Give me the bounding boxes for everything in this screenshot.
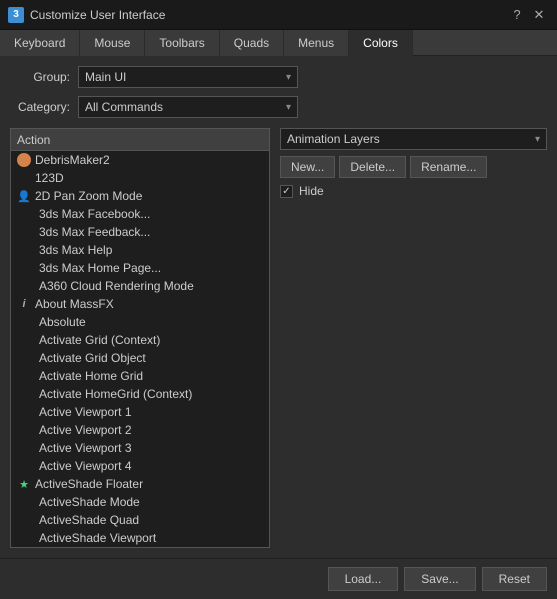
list-item[interactable]: Active Viewport 3 (11, 439, 269, 457)
list-item[interactable]: Active Viewport 2 (11, 421, 269, 439)
list-item-text: DebrisMaker2 (35, 153, 110, 167)
list-item-text: 123D (35, 171, 64, 185)
tab-keyboard[interactable]: Keyboard (0, 30, 80, 56)
help-button[interactable]: ? (507, 5, 527, 25)
list-item[interactable]: 3ds Max Help (11, 241, 269, 259)
list-item-text: Active Viewport 3 (35, 441, 132, 455)
list-item-text: 2D Pan Zoom Mode (35, 189, 142, 203)
list-item-text: ActiveShade Mode (35, 495, 140, 509)
list-item-text: 3ds Max Home Page... (35, 261, 161, 275)
list-item[interactable]: 123D (11, 169, 269, 187)
hide-checkbox[interactable] (280, 185, 293, 198)
rename-button[interactable]: Rename... (410, 156, 487, 178)
list-item[interactable]: Activate HomeGrid (Context) (11, 385, 269, 403)
person-icon: 👤 (17, 189, 31, 203)
tab-mouse[interactable]: Mouse (80, 30, 145, 56)
tab-bar: KeyboardMouseToolbarsQuadsMenusColors (0, 30, 557, 56)
list-item[interactable]: 3ds Max Facebook... (11, 205, 269, 223)
list-item-text: 3ds Max Feedback... (35, 225, 150, 239)
list-item-text: ActiveShade Quad (35, 513, 139, 527)
list-item-text: Active Viewport 1 (35, 405, 132, 419)
commands-list[interactable]: DebrisMaker2 123D 👤 2D Pan Zoom Mode 3ds Max… (10, 150, 270, 548)
list-item-text: Absolute (35, 315, 86, 329)
category-label: Category: (10, 100, 70, 114)
list-item-text: ActiveShade Viewport (35, 531, 156, 545)
load-button[interactable]: Load... (328, 567, 399, 591)
category-dropdown[interactable]: All Commands ▾ (78, 96, 298, 118)
save-button[interactable]: Save... (404, 567, 475, 591)
window-title: Customize User Interface (30, 8, 501, 22)
list-item-text: Activate HomeGrid (Context) (35, 387, 192, 401)
chevron-down-icon: ▾ (535, 134, 540, 145)
group-label: Group: (10, 70, 70, 84)
group-dropdown[interactable]: Main UI ▾ (78, 66, 298, 88)
app-icon: 3 (8, 7, 24, 23)
list-item[interactable]: ★ ActiveShade Floater (11, 475, 269, 493)
list-item[interactable]: ActiveShade Mode (11, 493, 269, 511)
list-item[interactable]: Activate Home Grid (11, 367, 269, 385)
hide-label: Hide (299, 184, 324, 198)
left-panel: Action DebrisMaker2 123D 👤 2D Pan Zoom Mode… (10, 128, 270, 548)
animation-layers-dropdown[interactable]: Animation Layers ▾ (280, 128, 547, 150)
list-item-text: Active Viewport 4 (35, 459, 132, 473)
chevron-down-icon: ▾ (286, 102, 291, 113)
list-item[interactable]: Activate Grid (Context) (11, 331, 269, 349)
list-item[interactable]: 3ds Max Home Page... (11, 259, 269, 277)
list-item[interactable]: ActiveShade Viewport (11, 529, 269, 547)
list-item[interactable]: i About MassFX (11, 295, 269, 313)
list-item-text: 3ds Max Help (35, 243, 112, 257)
list-item[interactable]: Activate Grid Object (11, 349, 269, 367)
list-item-text: About MassFX (35, 297, 114, 311)
list-item-text: Active Viewport 2 (35, 423, 132, 437)
tab-menus[interactable]: Menus (284, 30, 349, 56)
list-item[interactable]: ActiveShade Quad (11, 511, 269, 529)
delete-button[interactable]: Delete... (339, 156, 406, 178)
list-item[interactable]: Active Viewport 1 (11, 403, 269, 421)
chevron-down-icon: ▾ (286, 72, 291, 83)
right-panel: Animation Layers ▾ New... Delete... Rena… (280, 128, 547, 548)
reset-button[interactable]: Reset (482, 567, 547, 591)
list-item[interactable]: Active Viewport 4 (11, 457, 269, 475)
list-item-text: Activate Grid (Context) (35, 333, 160, 347)
list-item[interactable]: A360 Cloud Rendering Mode (11, 277, 269, 295)
close-button[interactable]: ✕ (529, 5, 549, 25)
activeshade-icon: ★ (17, 477, 31, 491)
list-item-text: A360 Cloud Rendering Mode (35, 279, 194, 293)
list-item-text: ActiveShade Floater (35, 477, 143, 491)
tab-toolbars[interactable]: Toolbars (145, 30, 219, 56)
list-item[interactable]: Absolute (11, 313, 269, 331)
list-item-text: Activate Grid Object (35, 351, 146, 365)
list-item[interactable]: 👤 2D Pan Zoom Mode (11, 187, 269, 205)
tab-quads[interactable]: Quads (220, 30, 284, 56)
title-bar: 3 Customize User Interface ? ✕ (0, 0, 557, 30)
list-item-text: Activate Home Grid (35, 369, 143, 383)
debris-icon (17, 153, 31, 167)
list-item[interactable]: DebrisMaker2 (11, 151, 269, 169)
new-button[interactable]: New... (280, 156, 335, 178)
list-item[interactable]: 3ds Max Feedback... (11, 223, 269, 241)
tab-colors[interactable]: Colors (349, 30, 413, 56)
list-item-text: 3ds Max Facebook... (35, 207, 150, 221)
bottom-bar: Load... Save... Reset (0, 558, 557, 599)
list-header: Action (10, 128, 270, 150)
content-area: Group: Main UI ▾ Category: All Commands … (0, 56, 557, 128)
info-icon: i (17, 297, 31, 311)
